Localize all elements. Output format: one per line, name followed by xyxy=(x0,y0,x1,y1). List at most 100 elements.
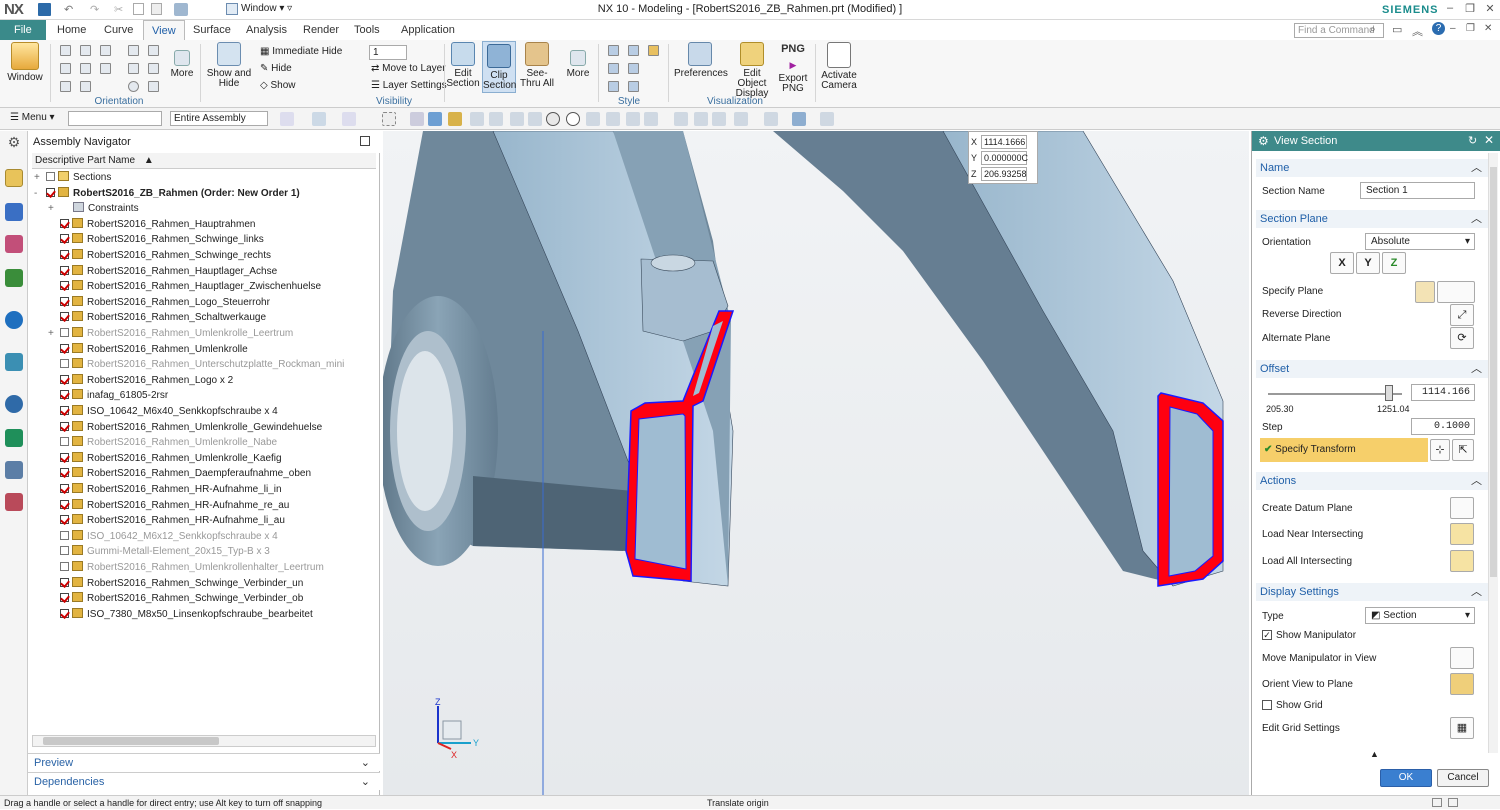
visibility-checkbox[interactable] xyxy=(60,452,69,462)
name-section-header[interactable]: Name ︿ xyxy=(1256,159,1488,177)
visibility-checkbox[interactable] xyxy=(60,281,69,291)
view-back-icon[interactable] xyxy=(60,63,71,74)
visibility-checkbox[interactable] xyxy=(60,577,69,587)
expand-toggle-icon[interactable]: + xyxy=(34,170,46,186)
assembly-navigator-icon[interactable] xyxy=(5,169,23,187)
layer-settings-button[interactable]: ☰ Layer Settings xyxy=(371,78,447,94)
view-right-icon[interactable] xyxy=(100,45,111,56)
style-hidden-edges-icon[interactable] xyxy=(628,63,639,74)
line-snap-icon[interactable] xyxy=(489,112,503,126)
shaded-style-icon[interactable] xyxy=(792,112,806,126)
style-shaded-edges-icon[interactable] xyxy=(608,45,619,56)
tree-row[interactable]: RobertS2016_Rahmen_Umlenkrolle_Kaefig xyxy=(48,451,388,467)
x-axis-button[interactable]: X xyxy=(1330,252,1354,274)
sub-restore-button[interactable]: ❐ xyxy=(1466,23,1475,34)
view-isometric-icon[interactable] xyxy=(60,81,71,92)
visibility-checkbox[interactable] xyxy=(60,218,69,228)
reverse-direction-button[interactable]: ⤢ xyxy=(1450,304,1474,326)
load-near-intersecting-button[interactable] xyxy=(1450,523,1474,545)
curve-snap-icon[interactable] xyxy=(470,112,484,126)
step-input[interactable]: 0.1000 xyxy=(1411,418,1475,435)
visibility-checkbox[interactable] xyxy=(60,265,69,275)
style-face-analysis-icon[interactable] xyxy=(628,81,639,92)
rotate-icon[interactable] xyxy=(128,81,139,92)
orient-view-icon[interactable] xyxy=(734,112,748,126)
sub-close-button[interactable]: ✕ xyxy=(1484,23,1492,34)
visibility-checkbox[interactable] xyxy=(60,468,69,478)
view-front-icon[interactable] xyxy=(60,45,71,56)
section-name-input[interactable]: Section 1 xyxy=(1360,182,1475,199)
tree-row[interactable]: RobertS2016_Rahmen_Hauptlager_Achse xyxy=(48,264,388,280)
feature-select-icon[interactable] xyxy=(448,112,462,126)
tree-row[interactable]: inafag_61805-2rsr xyxy=(48,388,388,404)
help-icon[interactable]: ? xyxy=(1432,22,1445,35)
visibility-checkbox[interactable] xyxy=(60,530,69,540)
show-manipulator-checkbox[interactable]: ✓ xyxy=(1262,630,1272,640)
z-axis-button[interactable]: Z xyxy=(1382,252,1406,274)
selection-scope-select[interactable]: Entire Assembly xyxy=(170,111,268,126)
edit-grid-button[interactable]: ▦ xyxy=(1450,717,1474,739)
tree-row[interactable]: RobertS2016_Rahmen_Schwinge_rechts xyxy=(48,248,388,264)
x-coordinate-input[interactable]: 1114.1666 xyxy=(981,135,1027,149)
tab-analysis[interactable]: Analysis xyxy=(238,20,295,40)
view-top-icon[interactable] xyxy=(80,45,91,56)
expand-toggle-icon[interactable]: - xyxy=(34,186,46,202)
graphics-viewport[interactable]: Z Y X X 1114.1666 Y 0.000000C Z 206.93258 xyxy=(383,131,1249,795)
visibility-checkbox[interactable] xyxy=(60,312,69,322)
style-static-icon[interactable] xyxy=(608,81,619,92)
zoom-icon[interactable] xyxy=(128,63,139,74)
visibility-checkbox[interactable] xyxy=(60,406,69,415)
snap-view-icon[interactable] xyxy=(148,63,159,74)
system-scenes-icon[interactable] xyxy=(5,461,23,479)
visibility-checkbox[interactable] xyxy=(60,437,69,447)
visibility-checkbox[interactable] xyxy=(60,359,69,369)
load-all-intersecting-button[interactable] xyxy=(1450,550,1474,572)
tab-render[interactable]: Render xyxy=(295,20,347,40)
orient-view-button[interactable] xyxy=(1450,673,1474,695)
gear-icon[interactable]: ⚙ xyxy=(5,134,23,152)
status-icon-2[interactable] xyxy=(1448,798,1458,807)
tree-row[interactable]: + Constraints xyxy=(48,201,388,217)
tree-row[interactable]: RobertS2016_Rahmen_Logo x 2 xyxy=(48,373,388,389)
collapse-ribbon-icon[interactable]: ︽ xyxy=(1412,23,1423,39)
view-trimetric-icon[interactable] xyxy=(80,81,91,92)
visibility-checkbox[interactable] xyxy=(60,562,69,571)
dependencies-panel[interactable]: Dependencies ⌄ xyxy=(28,772,380,790)
visibility-checkbox[interactable] xyxy=(60,374,69,384)
view-fit-icon[interactable] xyxy=(674,112,688,126)
tab-tools[interactable]: Tools xyxy=(346,20,388,40)
preview-panel[interactable]: Preview ⌄ xyxy=(28,753,380,771)
select-icon[interactable] xyxy=(312,112,326,126)
tree-row[interactable]: + Sections xyxy=(34,170,374,186)
move-to-layer-button[interactable]: ⇄ Move to Layer xyxy=(371,61,446,77)
tree-row[interactable]: RobertS2016_Rahmen_Umlenkrolle xyxy=(48,342,388,358)
tree-row[interactable]: RobertS2016_Rahmen_Umlenkrollenhalter_Le… xyxy=(48,560,388,576)
style-wireframe-icon[interactable] xyxy=(608,63,619,74)
display-settings-header[interactable]: Display Settings ︿ xyxy=(1256,583,1488,601)
visibility-checkbox[interactable] xyxy=(60,328,69,337)
constraint-navigator-icon[interactable] xyxy=(5,203,23,221)
plane-select-icon[interactable] xyxy=(1415,281,1435,303)
face-snap-icon[interactable] xyxy=(644,112,658,126)
y-axis-button[interactable]: Y xyxy=(1356,252,1380,274)
sub-minimize-button[interactable]: – xyxy=(1450,23,1456,34)
visibility-checkbox[interactable] xyxy=(46,187,55,197)
activate-camera-button[interactable]: Activate Camera xyxy=(818,42,860,91)
window-button[interactable]: Window xyxy=(4,42,46,83)
rotate-view-icon[interactable] xyxy=(712,112,726,126)
visibility-checkbox[interactable] xyxy=(60,608,69,618)
plane-dialog-button[interactable] xyxy=(1437,281,1475,303)
body-select-icon[interactable] xyxy=(428,112,442,126)
fit-icon[interactable] xyxy=(128,45,139,56)
tree-row[interactable]: ISO_10642_M6x40_Senkkopfschraube x 4 xyxy=(48,404,388,420)
tab-view[interactable]: View xyxy=(143,20,185,40)
visibility-checkbox[interactable] xyxy=(60,515,69,525)
dialog-scroll-thumb[interactable] xyxy=(1490,167,1497,577)
ok-button[interactable]: OK xyxy=(1380,769,1432,787)
tree-row[interactable]: + RobertS2016_Rahmen_Umlenkrolle_Leertrum xyxy=(48,326,388,342)
render-style-icon[interactable] xyxy=(764,112,778,126)
minimize-button[interactable]: – xyxy=(1442,2,1458,17)
tree-row[interactable]: RobertS2016_Rahmen_Schwinge_Verbinder_ob xyxy=(48,591,388,607)
style-studio-icon[interactable] xyxy=(648,45,659,56)
cancel-button[interactable]: Cancel xyxy=(1437,769,1489,787)
